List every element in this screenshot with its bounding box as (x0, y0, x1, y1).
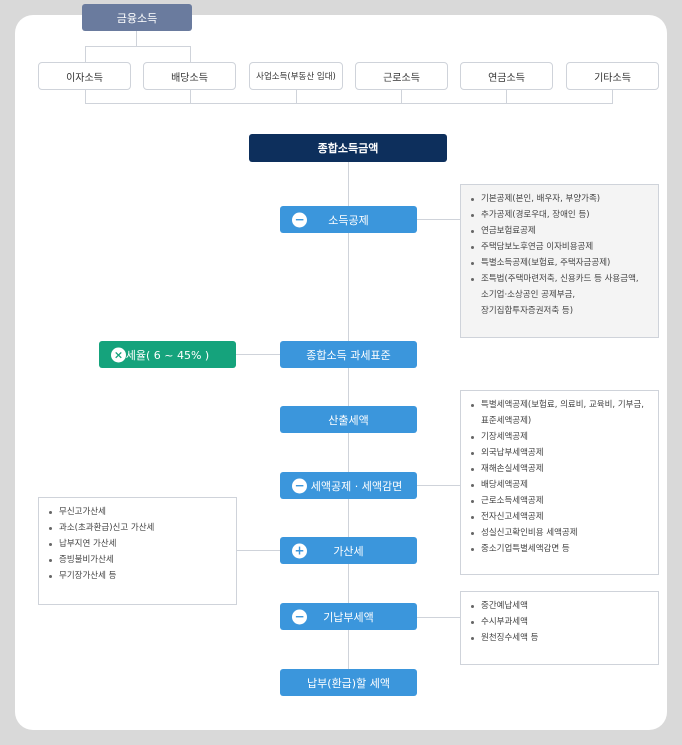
additional-tax-box: + 가산세 (280, 537, 417, 564)
list-item: 조특법(주택마련저축, 신용카드 등 사용금액, 소기업·소상공인 공제부금, … (471, 271, 648, 319)
connector-line (85, 90, 86, 103)
income-deduction-label: 소득공제 (328, 213, 369, 227)
income-type-box: 사업소득(부동산 임대) (249, 62, 343, 90)
connector-line (612, 90, 613, 103)
tax-credit-box: − 세액공제 · 세액감면 (280, 472, 417, 499)
financial-income-label: 금융소득 (116, 11, 158, 25)
list-item: 주택담보노후연금 이자비용공제 (471, 239, 648, 255)
final-tax-box: 납부(환급)할 세액 (280, 669, 417, 696)
total-income-box: 종합소득금액 (249, 134, 447, 162)
tax-credit-label: 세액공제 · 세액감면 (310, 479, 403, 493)
list-item: 추가공제(경로우대, 장애인 등) (471, 207, 648, 223)
computed-tax-label: 산출세액 (328, 413, 369, 427)
connector-line (136, 31, 137, 47)
prepaid-detail-panel: 중간예납세액 수시부과세액 원천징수세액 등 (460, 591, 659, 665)
prepaid-tax-box: − 기납부세액 (280, 603, 417, 630)
connector-line (506, 90, 507, 103)
list-item: 배당세액공제 (471, 477, 648, 493)
connector-line (296, 90, 297, 103)
income-type-box: 이자소득 (38, 62, 131, 90)
connector-line (236, 354, 280, 355)
minus-icon: − (292, 212, 307, 227)
connector-line (85, 46, 86, 62)
list-item: 특별세액공제(보험료, 의료비, 교육비, 기부금, 표준세액공제) (471, 397, 648, 429)
income-type-label: 기타소득 (594, 72, 631, 84)
total-income-label: 종합소득금액 (317, 142, 379, 155)
list-item: 연금보험료공제 (471, 223, 648, 239)
connector-line (236, 550, 280, 551)
list-item: 중소기업특별세액감면 등 (471, 541, 648, 557)
list-item: 중간예납세액 (471, 598, 648, 614)
income-type-label: 사업소득(부동산 임대) (256, 72, 336, 82)
additional-tax-label: 가산세 (333, 544, 364, 558)
list-item: 근로소득세액공제 (471, 493, 648, 509)
list-item: 납부지연 가산세 (49, 536, 226, 552)
minus-icon: − (292, 478, 307, 493)
prepaid-tax-label: 기납부세액 (323, 610, 374, 624)
income-type-label: 근로소득 (383, 72, 420, 84)
credit-detail-panel: 특별세액공제(보험료, 의료비, 교육비, 기부금, 표준세액공제) 기장세액공… (460, 390, 659, 575)
income-type-box: 기타소득 (566, 62, 659, 90)
connector-line (190, 90, 191, 103)
connector-line (190, 46, 191, 62)
list-item: 원천징수세액 등 (471, 630, 648, 646)
connector-line (416, 617, 460, 618)
income-type-box: 배당소득 (143, 62, 236, 90)
connector-line (401, 90, 402, 103)
list-item: 무기장가산세 등 (49, 568, 226, 584)
list-item: 증빙불비가산세 (49, 552, 226, 568)
additional-tax-detail-panel: 무신고가산세 과소(초과환급)신고 가산세 납부지연 가산세 증빙불비가산세 무… (38, 497, 237, 605)
tax-rate-label: 세율( 6 ~ 45% ) (125, 348, 210, 362)
minus-icon: − (292, 609, 307, 624)
final-tax-label: 납부(환급)할 세액 (307, 676, 390, 690)
income-type-label: 배당소득 (171, 72, 208, 84)
income-deduction-box: − 소득공제 (280, 206, 417, 233)
financial-income-box: 금융소득 (82, 4, 192, 31)
connector-line (85, 103, 613, 104)
tax-base-label: 종합소득 과세표준 (306, 348, 391, 362)
income-type-label: 연금소득 (488, 72, 525, 84)
plus-icon: + (292, 543, 307, 558)
list-item: 수시부과세액 (471, 614, 648, 630)
list-item: 전자신고세액공제 (471, 509, 648, 525)
list-item: 과소(초과환급)신고 가산세 (49, 520, 226, 536)
connector-line (416, 485, 460, 486)
list-item: 특별소득공제(보험료, 주택자금공제) (471, 255, 648, 271)
tax-base-box: 종합소득 과세표준 (280, 341, 417, 368)
income-type-box: 연금소득 (460, 62, 553, 90)
connector-line (416, 219, 460, 220)
income-type-box: 근로소득 (355, 62, 448, 90)
list-item: 기장세액공제 (471, 429, 648, 445)
list-item: 무신고가산세 (49, 504, 226, 520)
list-item: 성실신고확인비용 세액공제 (471, 525, 648, 541)
income-type-label: 이자소득 (66, 72, 103, 84)
tax-rate-box: × 세율( 6 ~ 45% ) (99, 341, 236, 368)
deduction-detail-panel: 기본공제(본인, 배우자, 부양가족) 추가공제(경로우대, 장애인 등) 연금… (460, 184, 659, 338)
list-item: 외국납부세액공제 (471, 445, 648, 461)
list-item: 기본공제(본인, 배우자, 부양가족) (471, 191, 648, 207)
connector-line (85, 46, 190, 47)
computed-tax-box: 산출세액 (280, 406, 417, 433)
times-icon: × (111, 347, 126, 362)
list-item: 재해손실세액공제 (471, 461, 648, 477)
